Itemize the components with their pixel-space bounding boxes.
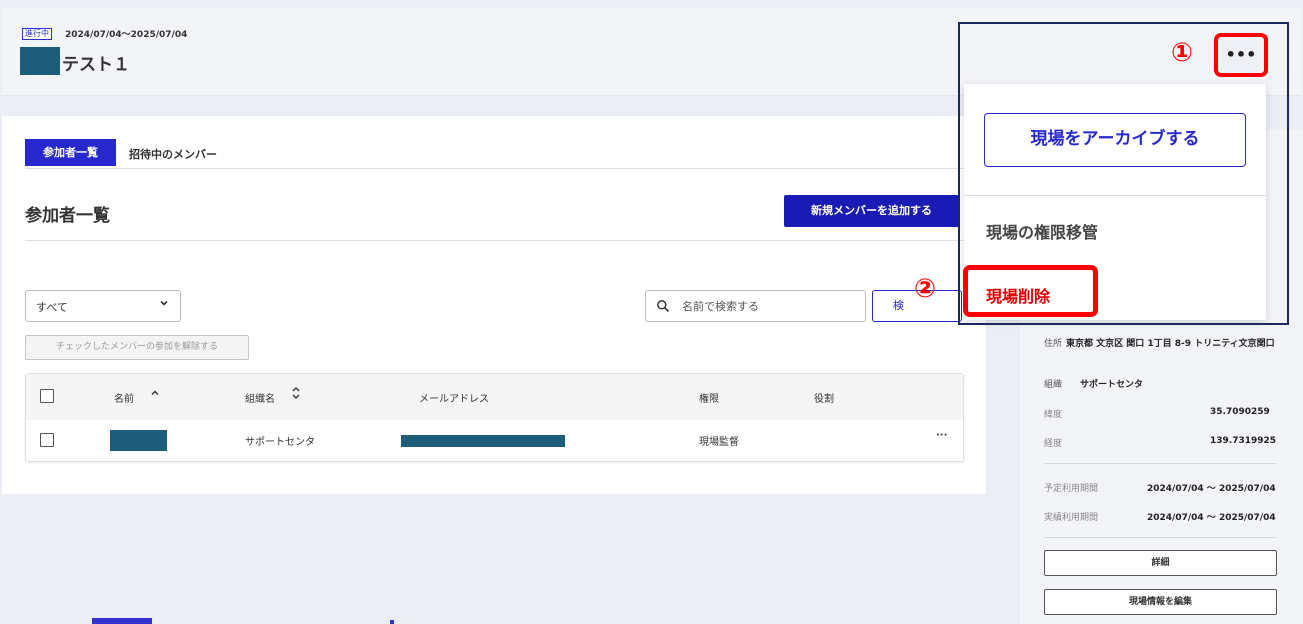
select-all-checkbox[interactable] — [40, 389, 54, 403]
column-header-role: 役割 — [814, 394, 834, 405]
annotation-highlight-more — [1214, 33, 1268, 77]
redacted-member-email — [401, 435, 565, 447]
footer-link[interactable] — [92, 618, 152, 624]
annotation-marker-2: ② — [914, 274, 937, 304]
search-icon — [656, 298, 672, 314]
search-input[interactable] — [682, 292, 857, 320]
tab-participants[interactable]: 参加者一覧 — [25, 139, 116, 166]
longitude-label: 経度 — [1044, 439, 1063, 449]
add-member-button[interactable]: 新規メンバーを追加する — [784, 195, 959, 227]
status-badge: 進行中 — [22, 28, 52, 40]
edit-site-info-button[interactable]: 現場情報を編集 — [1044, 589, 1277, 615]
search-box — [645, 290, 866, 322]
site-period: 2024/07/04～2025/07/04 — [65, 30, 188, 40]
latitude-label: 緯度 — [1044, 410, 1063, 420]
chevron-down-icon — [159, 298, 169, 311]
section-divider — [25, 240, 965, 241]
column-header-organization[interactable]: 組織名 — [245, 390, 275, 405]
sort-toggle-icon[interactable] — [291, 386, 301, 403]
planned-period-value: 2024/07/04 ～ 2025/07/04 — [1147, 484, 1276, 494]
column-header-permission: 権限 — [699, 394, 719, 405]
row-organization: サポートセンタ — [245, 437, 315, 448]
row-permission: 現場監督 — [699, 437, 739, 448]
info-divider — [1044, 537, 1277, 538]
section-title: 参加者一覧 — [25, 206, 110, 226]
column-header-name[interactable]: 名前 — [114, 390, 134, 405]
row-checkbox[interactable] — [40, 433, 54, 447]
redacted-title-block — [20, 47, 60, 75]
footer-dot — [390, 620, 394, 624]
filter-value: すべて — [36, 301, 68, 314]
column-header-email: メールアドレス — [419, 394, 489, 405]
longitude-value: 139.7319925 — [1210, 436, 1277, 446]
address-label: 住所 — [1044, 339, 1063, 349]
address-value: 東京都 文京区 関口 1丁目 8-9 トリニティ文京関口 — [1066, 339, 1275, 349]
actual-period-value: 2024/07/04 ～ 2025/07/04 — [1147, 513, 1276, 523]
planned-period-label: 予定利用期間 — [1044, 484, 1099, 494]
member-table: 名前 組織名 メールアドレス 権限 役割 サポートセンタ 現場監督 ··· — [25, 373, 964, 462]
redacted-member-name — [110, 430, 167, 451]
tab-divider — [25, 168, 965, 169]
annotation-highlight-delete — [963, 265, 1098, 317]
actual-period-label: 実績利用期間 — [1044, 513, 1099, 523]
organization-label: 組織 — [1044, 380, 1063, 390]
sort-asc-icon[interactable] — [150, 388, 160, 401]
annotation-marker-1: ① — [1171, 38, 1194, 68]
remove-checked-members-button[interactable]: チェックしたメンバーの参加を解除する — [25, 335, 249, 360]
tab-invited-members[interactable]: 招待中のメンバー — [129, 146, 217, 162]
row-menu-icon[interactable]: ··· — [936, 430, 947, 441]
info-divider — [1044, 463, 1277, 464]
latitude-value: 35.7090259 — [1210, 407, 1270, 417]
page-title: テスト１ — [62, 55, 130, 75]
organization-value: サポートセンタ — [1080, 380, 1144, 390]
detail-button[interactable]: 詳細 — [1044, 550, 1277, 576]
filter-select[interactable]: すべて — [25, 290, 181, 322]
